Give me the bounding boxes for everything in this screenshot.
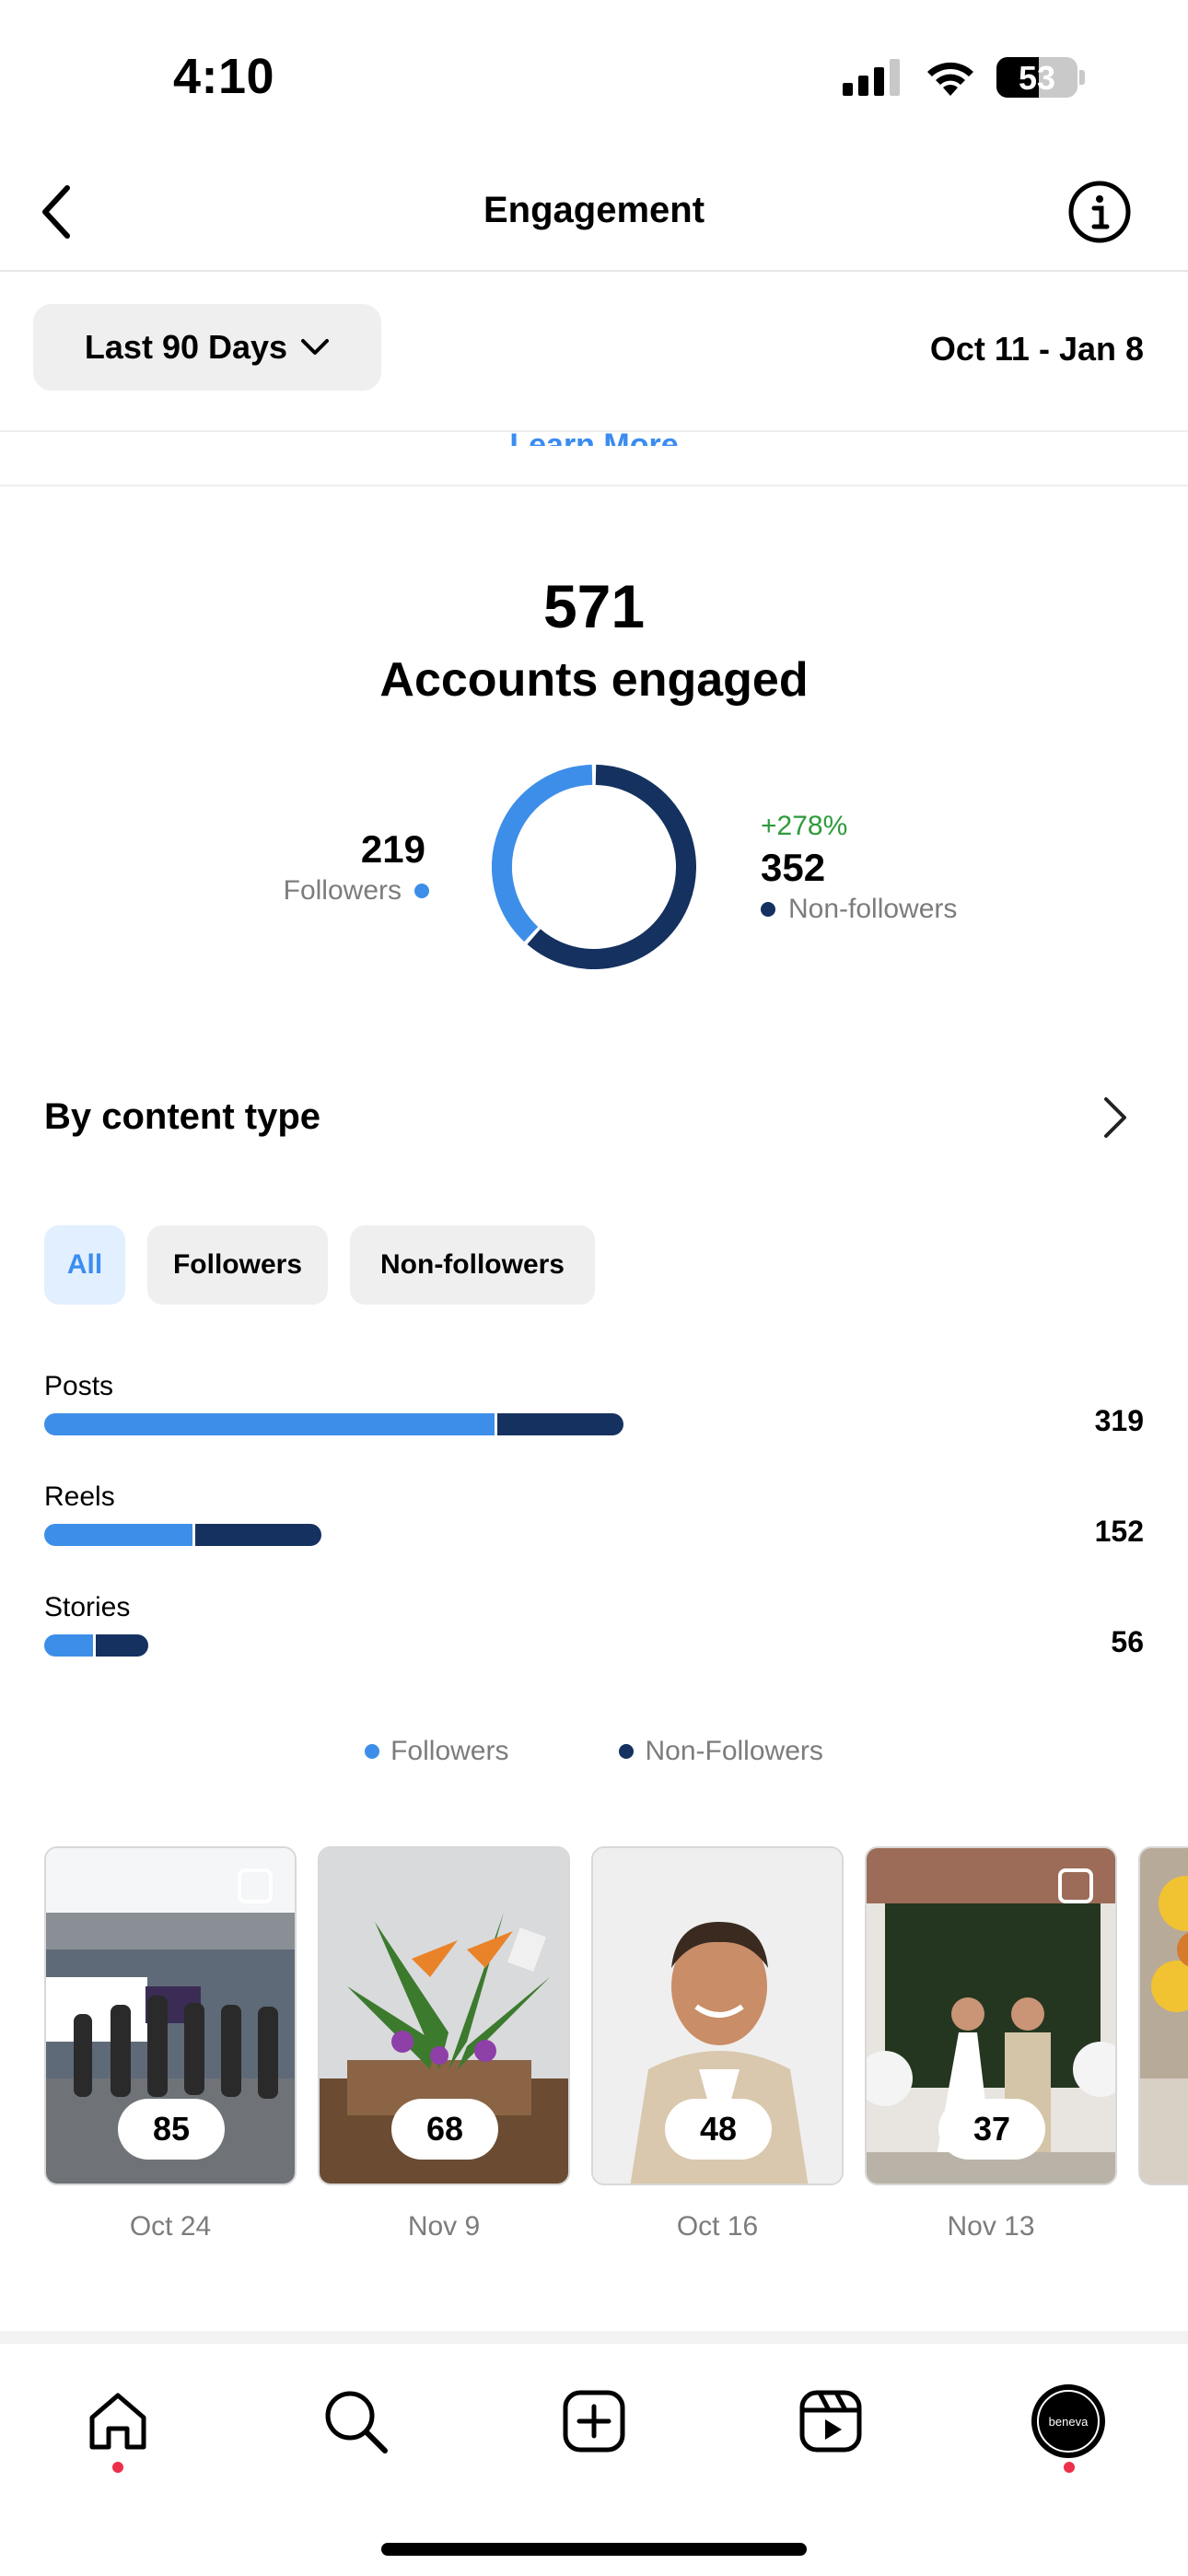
bar-total-stories: 56 [1111, 1625, 1144, 1658]
non-followers-change: +278% [761, 811, 848, 841]
battery-icon: 53 [996, 57, 1085, 98]
home-notification-dot [112, 2462, 123, 2473]
followers-legend: Followers [184, 875, 429, 907]
thumbnail-image [1140, 1848, 1188, 2184]
bar-label-posts: Posts [44, 1371, 114, 1401]
profile-avatar-text: beneva [1048, 2414, 1089, 2429]
search-icon [325, 2391, 388, 2453]
tab-profile[interactable]: beneva [1022, 2375, 1114, 2467]
legend-non-followers: Non-Followers [619, 1736, 823, 1767]
page-title: Engagement [483, 190, 705, 230]
header-divider [0, 270, 1188, 272]
status-bar-time: 4:10 [173, 49, 275, 104]
wifi-icon [927, 62, 973, 96]
profile-notification-dot [1064, 2462, 1075, 2473]
tab-search[interactable] [309, 2375, 402, 2467]
info-icon[interactable] [1066, 179, 1133, 245]
chip-followers[interactable]: Followers [147, 1225, 328, 1305]
thumbnail-date: Oct 24 [129, 2211, 212, 2242]
content-thumbnail[interactable]: 85 [44, 1846, 297, 2185]
create-icon [563, 2390, 625, 2453]
non-followers-legend: Non-followers [761, 894, 957, 925]
bar-posts-followers [44, 1413, 495, 1435]
period-label: Last 90 Days [84, 328, 288, 366]
carousel-icon [238, 1868, 273, 1903]
followers-dot [414, 884, 429, 898]
bar-total-posts: 319 [1094, 1404, 1144, 1437]
section-divider [0, 485, 1188, 486]
bar-reels [44, 1524, 322, 1546]
reels-icon [799, 2390, 862, 2453]
chip-non-followers[interactable]: Non-followers [350, 1225, 595, 1305]
content-thumbnail-partial[interactable] [1138, 1846, 1188, 2185]
thumbnail-date: Nov 9 [407, 2211, 481, 2242]
legend-followers-dot [365, 1744, 380, 1759]
bar-stories-followers [44, 1634, 93, 1657]
legend-non-followers-dot [619, 1744, 635, 1759]
carousel-icon [1058, 1868, 1093, 1903]
thumbnail-count: 37 [938, 2099, 1045, 2160]
bar-stories-non-followers [95, 1634, 148, 1657]
tab-home[interactable] [72, 2375, 164, 2467]
non-followers-count: 352 [761, 846, 826, 889]
accounts-engaged-count: 571 [542, 572, 646, 640]
bar-reels-followers [44, 1524, 192, 1546]
donut-segment-non-followers [527, 765, 696, 969]
date-range: Oct 11 - Jan 8 [929, 330, 1144, 368]
engagement-donut-chart [492, 765, 696, 969]
thumbnail-count: 48 [665, 2099, 772, 2160]
content-thumbnail[interactable]: 48 [591, 1846, 844, 2185]
donut-segment-followers [492, 765, 593, 943]
followers-legend-label: Followers [283, 875, 402, 906]
bar-label-stories: Stories [44, 1592, 131, 1622]
accounts-engaged-label: Accounts engaged [379, 653, 809, 707]
legend-followers: Followers [365, 1736, 508, 1767]
cellular-signal-icon [843, 59, 900, 96]
thumbnail-date: Oct 16 [676, 2211, 759, 2242]
bar-total-reels: 152 [1094, 1515, 1144, 1548]
thumbnail-count: 85 [118, 2099, 225, 2160]
content-thumbnail[interactable]: 68 [318, 1846, 570, 2185]
tab-reels[interactable] [785, 2375, 877, 2467]
period-dropdown[interactable]: Last 90 Days [33, 304, 381, 391]
bar-posts-non-followers [496, 1413, 623, 1435]
home-icon [89, 2393, 146, 2450]
home-indicator [381, 2543, 807, 2556]
learn-more-link[interactable]: Learn More [0, 416, 1188, 446]
chip-all[interactable]: All [44, 1225, 125, 1305]
battery-level: 53 [1018, 59, 1056, 97]
thumbnail-date: Nov 13 [947, 2211, 1035, 2242]
bar-reels-non-followers [194, 1524, 322, 1546]
legend-followers-label: Followers [390, 1736, 509, 1766]
bar-legend: Followers Non-Followers [0, 1736, 1188, 1767]
followers-count: 219 [360, 827, 425, 871]
content-thumbnail[interactable]: 37 [865, 1846, 1117, 2185]
chevron-down-icon [301, 339, 330, 355]
bar-label-reels: Reels [44, 1481, 115, 1512]
bar-posts [44, 1413, 623, 1435]
section-divider [0, 2331, 1188, 2344]
legend-non-followers-label: Non-Followers [645, 1736, 823, 1766]
chevron-right-icon[interactable] [1101, 1095, 1129, 1141]
thumbnail-count: 68 [391, 2099, 498, 2160]
non-followers-legend-label: Non-followers [788, 894, 958, 924]
non-followers-dot [761, 902, 775, 917]
tab-create[interactable] [548, 2375, 640, 2467]
profile-avatar: beneva [1031, 2384, 1105, 2458]
bar-stories [44, 1634, 148, 1657]
content-type-title: By content type [44, 1096, 321, 1137]
